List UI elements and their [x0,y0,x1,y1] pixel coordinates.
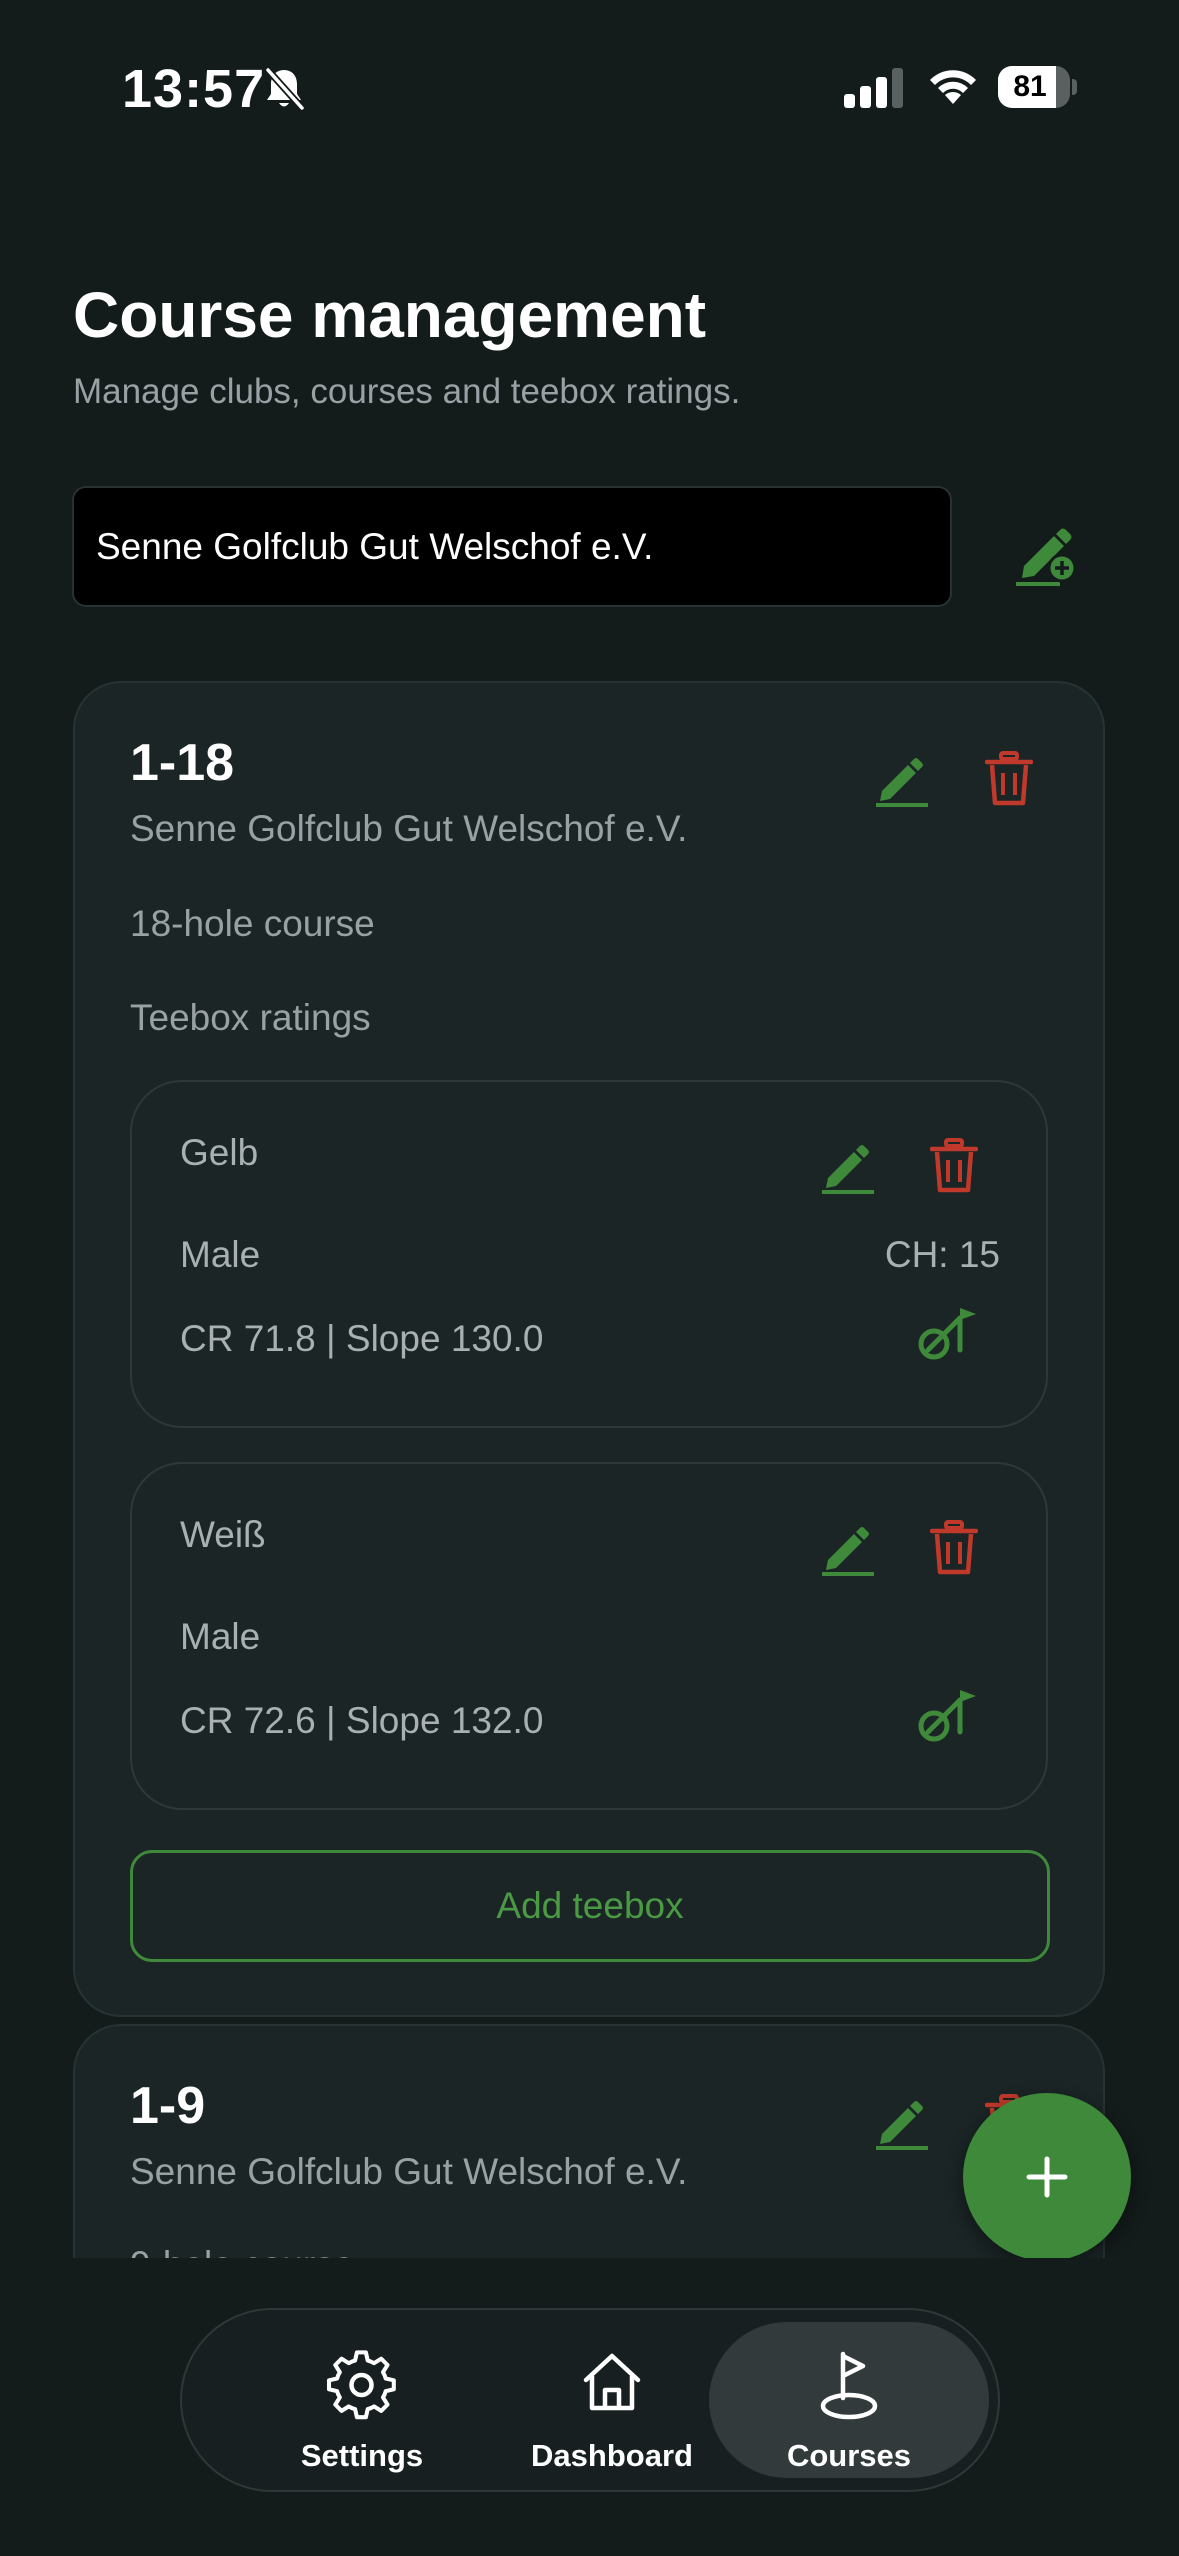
edit-course-button[interactable] [870,2090,934,2154]
course-name: 1-9 [130,2077,206,2135]
tab-courses-label: Courses [786,2438,912,2473]
course-type: 9-hole course [130,2244,354,2258]
pencil-icon [876,2101,928,2150]
tab-dashboard-label: Dashboard [531,2438,693,2473]
plus-icon [1026,2156,1068,2198]
course-list-viewport: 1-9 Senne Golfclub Gut Welschof e.V. 9-h… [0,0,1179,2258]
house-icon [580,2350,644,2419]
course-card: 1-9 Senne Golfclub Gut Welschof e.V. 9-h… [73,2024,1105,2258]
flag-icon [817,2350,881,2425]
gear-icon [326,2350,398,2427]
course-club: Senne Golfclub Gut Welschof e.V. [130,2151,688,2192]
tab-settings-label: Settings [300,2438,424,2473]
tab-dashboard[interactable]: Dashboard [492,2322,732,2478]
add-course-fab[interactable] [963,2093,1131,2261]
tab-settings[interactable]: Settings [242,2322,482,2478]
tab-bar: Settings Dashboard Courses [180,2308,1000,2492]
tab-courses[interactable]: Courses [709,2322,989,2478]
